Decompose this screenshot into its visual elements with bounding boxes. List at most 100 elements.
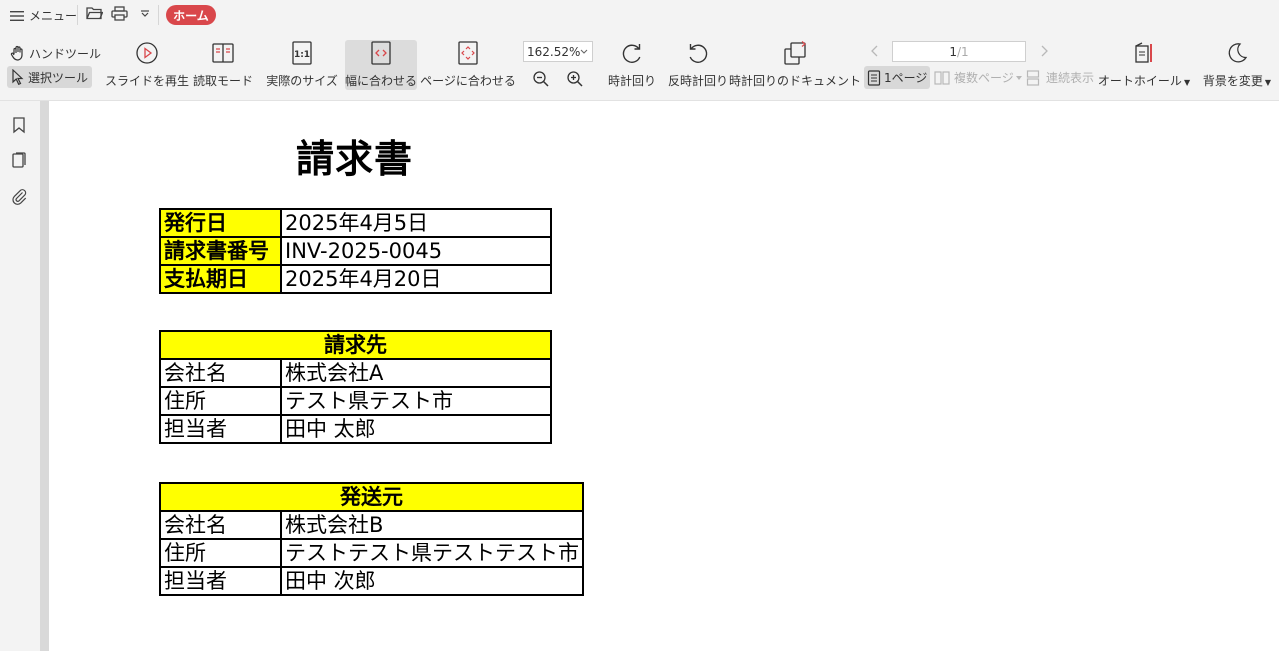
- play-slides-label: スライドを再生: [105, 74, 190, 88]
- play-slides-button[interactable]: スライドを再生: [105, 40, 189, 90]
- table-header-row: 請求先: [159, 330, 552, 360]
- zoom-in-button[interactable]: [566, 70, 584, 88]
- invoice-number-label: 請求書番号: [159, 236, 282, 266]
- fit-page-button[interactable]: ページに合わせる: [420, 40, 516, 90]
- single-page-icon: [867, 69, 881, 86]
- hand-icon: [10, 45, 23, 61]
- sender-address-value: テストテスト県テストテスト市: [280, 538, 584, 568]
- menu-button[interactable]: メニュー: [10, 7, 77, 24]
- hand-tool-button[interactable]: ハンドツール: [10, 43, 101, 63]
- table-row: 住所 テストテスト県テストテスト市: [159, 538, 584, 568]
- next-page-button[interactable]: [1039, 44, 1049, 58]
- select-tool-label: 選択ツール: [28, 70, 89, 85]
- open-file-button[interactable]: [86, 6, 103, 20]
- fit-width-icon: [368, 40, 394, 66]
- due-date-label: 支払期日: [159, 264, 282, 294]
- table-row: 発行日 2025年4月5日: [159, 208, 552, 238]
- chevron-down-icon: [580, 49, 588, 54]
- sender-header: 発送元: [159, 482, 584, 512]
- cursor-arrow-icon: [12, 69, 24, 85]
- page-current: 1: [949, 44, 957, 59]
- auto-wheel-button[interactable]: オートホイール ▼: [1098, 40, 1190, 90]
- document-title: 請求書: [296, 137, 414, 181]
- continuous-view-button[interactable]: 連続表示: [1026, 66, 1094, 89]
- rotate-clockwise-button[interactable]: 時計回り: [608, 40, 656, 90]
- auto-scroll-icon: [1131, 40, 1157, 66]
- table-row: 住所 テスト県テスト市: [159, 386, 552, 416]
- svg-text:1:1: 1:1: [294, 50, 310, 60]
- zoom-select[interactable]: 162.52%: [523, 41, 593, 62]
- continuous-view-label: 連続表示: [1046, 71, 1095, 85]
- rotate-document-label: 時計回りのドキュメント: [729, 74, 862, 88]
- fit-page-label: ページに合わせる: [420, 74, 516, 88]
- rotate-counterclockwise-button[interactable]: 反時計回り: [668, 40, 728, 90]
- invoice-number-value: INV-2025-0045: [280, 236, 552, 266]
- hamburger-icon: [10, 10, 24, 21]
- rotate-document-button[interactable]: 時計回りのドキュメント: [729, 40, 861, 90]
- table-row: 担当者 田中 太郎: [159, 414, 552, 444]
- billing-header: 請求先: [159, 330, 552, 360]
- issue-date-label: 発行日: [159, 208, 282, 238]
- actual-size-icon: 1:1: [289, 40, 315, 66]
- previous-page-button[interactable]: [870, 44, 880, 58]
- auto-wheel-label: オートホイール ▼: [1097, 74, 1191, 88]
- rotate-clockwise-icon: [619, 40, 645, 66]
- invoice-meta-table: 発行日 2025年4月5日 請求書番号 INV-2025-0045 支払期日 2…: [159, 208, 552, 294]
- sender-contact-label: 担当者: [159, 566, 282, 596]
- page-number-input[interactable]: 1/1: [892, 41, 1026, 62]
- billing-contact-value: 田中 太郎: [280, 414, 552, 444]
- table-row: 会社名 株式会社A: [159, 358, 552, 388]
- actual-size-label: 実際のサイズ: [266, 74, 338, 88]
- select-tool-button[interactable]: 選択ツール: [7, 66, 93, 88]
- table-header-row: 発送元: [159, 482, 584, 512]
- top-bar: メニュー ホーム: [0, 0, 1279, 30]
- single-page-label: 1ページ: [884, 71, 928, 85]
- sender-company-value: 株式会社B: [280, 510, 584, 540]
- billing-company-label: 会社名: [159, 358, 282, 388]
- pages-thumbnail-icon[interactable]: [10, 151, 28, 169]
- multi-page-button[interactable]: 複数ページ: [934, 66, 1022, 89]
- chevron-left-icon: [871, 45, 878, 57]
- actual-size-button[interactable]: 1:1 実際のサイズ: [266, 40, 338, 90]
- attachment-paperclip-icon[interactable]: [10, 187, 28, 205]
- fit-page-icon: [455, 40, 481, 66]
- moon-icon: [1224, 40, 1250, 66]
- ribbon-toolbar: ハンドツール 選択ツール スライドを再生 読取モード 1:1 実際のサイズ 幅に…: [0, 30, 1279, 101]
- table-row: 支払期日 2025年4月20日: [159, 264, 552, 294]
- sender-table: 発送元 会社名 株式会社B 住所 テストテスト県テストテスト市 担当者 田中 次…: [159, 482, 584, 596]
- zoom-value: 162.52%: [527, 44, 581, 59]
- sender-company-label: 会社名: [159, 510, 282, 540]
- zoom-out-button[interactable]: [532, 70, 550, 88]
- billing-company-value: 株式会社A: [280, 358, 552, 388]
- rotate-counterclockwise-icon: [685, 40, 711, 66]
- table-row: 会社名 株式会社B: [159, 510, 584, 540]
- divider: [77, 5, 78, 25]
- fit-width-button[interactable]: 幅に合わせる: [345, 40, 417, 90]
- folder-open-icon: [86, 7, 103, 20]
- zoom-out-icon: [533, 71, 549, 87]
- read-mode-label: 読取モード: [193, 74, 254, 88]
- table-row: 担当者 田中 次郎: [159, 566, 584, 596]
- tab-home[interactable]: ホーム: [166, 5, 216, 25]
- play-circle-icon: [134, 40, 160, 66]
- sender-contact-value: 田中 次郎: [280, 566, 584, 596]
- billing-contact-label: 担当者: [159, 414, 282, 444]
- caret-down-icon: [1015, 75, 1022, 80]
- print-button[interactable]: [111, 6, 128, 21]
- continuous-scroll-icon: [1026, 69, 1040, 86]
- bookmark-icon[interactable]: [10, 116, 28, 134]
- panel-divider[interactable]: [40, 101, 49, 651]
- single-page-button[interactable]: 1ページ: [864, 66, 931, 89]
- chevron-right-icon: [1041, 45, 1048, 57]
- quick-access-dropdown[interactable]: [140, 9, 150, 18]
- issue-date-value: 2025年4月5日: [280, 208, 552, 238]
- rotate-document-icon: [782, 40, 808, 66]
- fit-width-label: 幅に合わせる: [345, 74, 418, 88]
- book-open-icon: [210, 40, 236, 66]
- change-background-button[interactable]: 背景を変更 ▼: [1202, 40, 1272, 90]
- table-row: 請求書番号 INV-2025-0045: [159, 236, 552, 266]
- chevron-down-icon: [141, 10, 149, 17]
- due-date-value: 2025年4月20日: [280, 264, 552, 294]
- divider: [158, 5, 159, 25]
- read-mode-button[interactable]: 読取モード: [193, 40, 254, 90]
